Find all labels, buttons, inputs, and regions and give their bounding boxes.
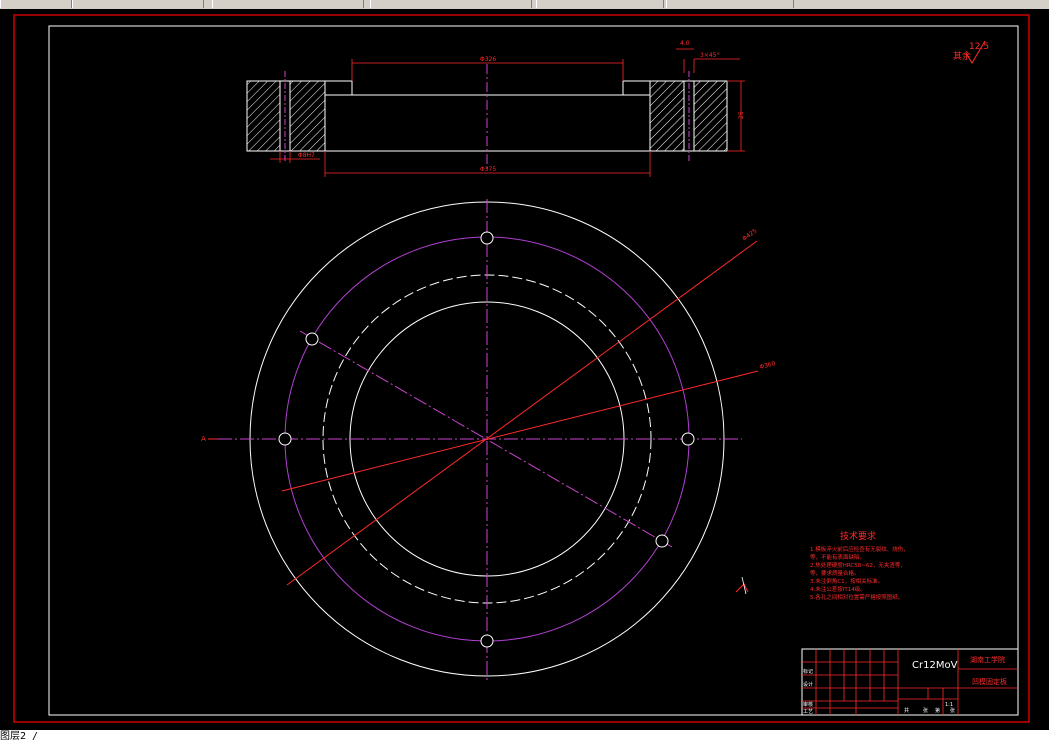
title-block: Cr12MoV 湖南工学院 凹模固定板 1:1 标记 设计 审核 工艺 共 张 … [801, 648, 1019, 716]
bolt-hole [480, 634, 494, 648]
tech-note: 等，不能有表面缺陷。 [810, 553, 865, 561]
status-text: 图层2 / [0, 731, 39, 742]
dim-bottom-width: Φ375 [480, 166, 496, 173]
toolbar-segment[interactable] [370, 0, 532, 8]
toolbar-segment[interactable] [0, 0, 72, 8]
tech-title: 技术要求 [840, 530, 876, 542]
dim-height: 25 [738, 111, 745, 119]
footer-cell: 张 [950, 707, 955, 714]
toolbar-segment[interactable] [72, 0, 204, 8]
tech-note: 等，要求质量合格。 [810, 569, 860, 577]
dim-right-a: 4.0 [680, 40, 690, 47]
outer-frame [13, 14, 1030, 723]
cad-drawing: Φ326 Φ375 Φ8H7 25 4.0 3×45° 其余 12.5 Φ425… [13, 14, 1030, 723]
company-name: 湖南工学院 [970, 655, 1005, 664]
tech-note: 1.模板淬火前后应检查有无裂纹、烧伤， [810, 545, 909, 553]
status-bar: 图层2 / [0, 730, 1049, 742]
row-label: 标记 [803, 668, 813, 675]
plan-view: Φ425 Φ360 A [201, 199, 776, 681]
section-view: Φ326 Φ375 Φ8H7 25 4.0 3×45° [246, 40, 745, 177]
technical-notes: 技术要求 1.模板淬火前后应检查有无裂纹、烧伤， 等，不能有表面缺陷。 2.热处… [810, 530, 909, 601]
roughness-symbol: 其余 12.5 [953, 40, 989, 64]
toolbar-segment[interactable] [212, 0, 364, 8]
leader-label-1: Φ425 [741, 228, 758, 243]
tech-note: 2.热处理硬度HRC58~62，无夹渣等， [810, 561, 906, 569]
leader-label-2: Φ360 [759, 360, 777, 371]
inner-frame [48, 25, 1019, 716]
row-label: 设计 [803, 681, 813, 688]
tech-note: 4.未注公差按IT14级。 [810, 585, 866, 593]
bolt-hole [655, 534, 669, 548]
material-text: Cr12MoV [912, 660, 958, 671]
dim-top-width: Φ326 [480, 56, 496, 63]
toolbar-segment[interactable] [666, 0, 794, 8]
toolbar-segment[interactable] [536, 0, 664, 8]
bolt-hole [278, 432, 292, 446]
footer-cell: 第 [935, 707, 940, 714]
drawing-canvas[interactable]: Φ326 Φ375 Φ8H7 25 4.0 3×45° 其余 12.5 Φ425… [0, 9, 1049, 730]
bolt-hole [681, 432, 695, 446]
dim-hole: Φ8H7 [298, 152, 315, 159]
part-name: 凹模固定板 [972, 677, 1007, 686]
footer-cell: 共 [904, 707, 909, 714]
tech-note: 3.未注倒角C1，按相关标准。 [810, 577, 883, 585]
dim-right-b: 3×45° [700, 52, 719, 59]
row-label: 审核 [803, 701, 813, 708]
tech-note: 5.各孔之间相对位置需严格按照图纸。 [810, 593, 903, 601]
row-label: 工艺 [803, 709, 813, 715]
bolt-hole [480, 231, 494, 245]
footer-cell: 张 [923, 707, 928, 714]
section-marker: A [201, 435, 206, 443]
bolt-hole [305, 332, 319, 346]
